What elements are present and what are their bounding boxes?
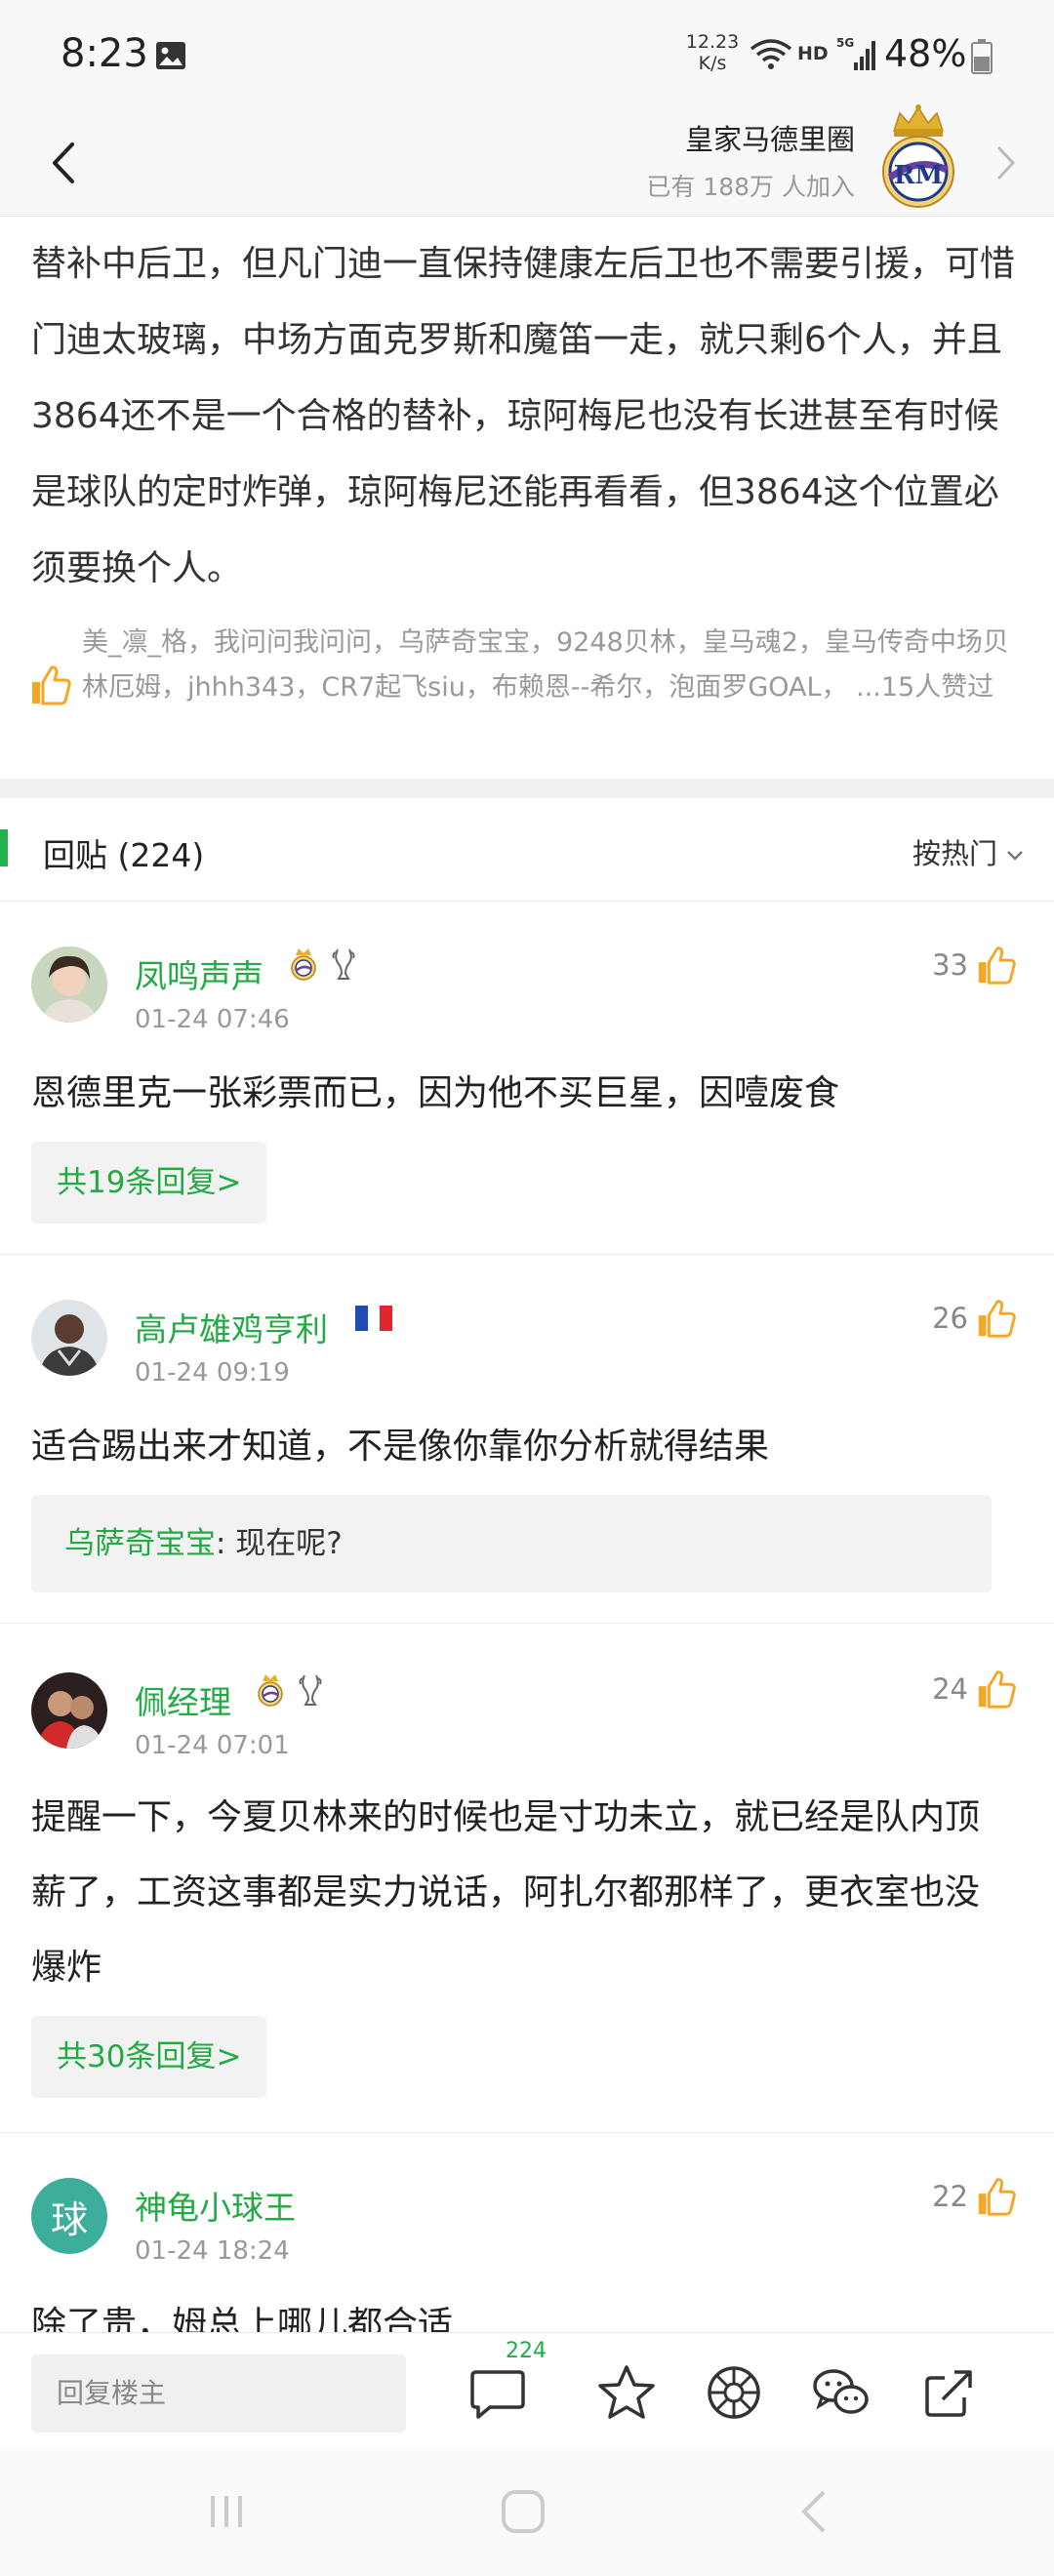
user-avatar[interactable] <box>31 1300 107 1376</box>
user-photo-icon <box>31 1300 107 1376</box>
comment-time: 01-24 07:01 <box>135 1731 290 1760</box>
trophy-badge-icon <box>299 1674 322 1706</box>
thumbs-up-icon <box>978 1300 1016 1338</box>
comment-username[interactable]: 高卢雄鸡亨利 <box>135 1304 328 1350</box>
gallery-notification-icon <box>156 42 185 69</box>
reply-preview[interactable]: 乌萨奇宝宝: 现在呢? <box>31 1495 992 1592</box>
user-photo-icon <box>31 946 107 1023</box>
comment-count-badge: 224 <box>506 2339 547 2363</box>
system-nav-bar <box>0 2447 1054 2576</box>
comment-icon[interactable] <box>466 2362 529 2423</box>
like-count: 26 <box>932 1302 968 1335</box>
user-avatar[interactable] <box>31 1672 107 1749</box>
moments-icon[interactable] <box>703 2362 765 2423</box>
comment-like-button[interactable]: 22 <box>932 2176 1017 2217</box>
club-badge-icon <box>258 1674 283 1707</box>
battery-percent: 48% <box>884 32 967 75</box>
club-badge-icon <box>291 948 316 981</box>
view-replies-button[interactable]: 共30条回复> <box>31 2016 267 2098</box>
battery-icon <box>971 39 993 74</box>
network-speed: 12.23 K/s <box>685 31 740 74</box>
circle-member-count: 已有 188万 人加入 <box>646 173 855 201</box>
comment-like-button[interactable]: 24 <box>932 1669 1017 1710</box>
post-likers[interactable]: 美_凛_格，我问问我问问，乌萨奇宝宝，9248贝林，皇马魂2，皇马传奇中场贝林厄… <box>29 621 1034 757</box>
svg-text:5G: 5G <box>836 36 854 50</box>
status-bar: 8:23 12.23 K/s HD 5G 48% <box>0 0 1054 107</box>
comment-time: 01-24 07:46 <box>135 1005 290 1034</box>
comment-item: 佩经理 01-24 07:01 24 提醒一下，今夏贝林来的时候也是寸功未立，就… <box>0 1624 1054 2133</box>
bottom-action-bar: 回复楼主 224 <box>0 2332 1054 2447</box>
comment-username[interactable]: 佩经理 <box>135 1676 231 1723</box>
share-icon[interactable] <box>917 2362 980 2423</box>
like-count: 33 <box>932 948 968 982</box>
comment-text: 提醒一下，今夏贝林来的时候也是寸功未立，就已经是队内顶薪了，工资这事都是实力说话… <box>31 1797 981 1988</box>
comment-like-button[interactable]: 33 <box>932 945 1017 986</box>
comment-time: 01-24 18:24 <box>135 2236 290 2266</box>
chevron-down-icon <box>1007 851 1023 861</box>
star-icon[interactable] <box>595 2362 658 2423</box>
section-accent-bar <box>0 829 8 866</box>
reply-input[interactable]: 回复楼主 <box>31 2355 406 2433</box>
comment-item: 球 神龟小球王 01-24 18:24 22 除了贵，姆总上哪儿都合适 <box>0 2133 1054 2332</box>
comment-time: 01-24 09:19 <box>135 1358 290 1388</box>
user-photo-icon <box>31 1672 107 1749</box>
view-replies-button[interactable]: 共19条回复> <box>31 1142 267 1224</box>
likers-list: 美_凛_格，我问问我问问，乌萨奇宝宝，9248贝林，皇马魂2，皇马传奇中场贝林厄… <box>82 627 1009 703</box>
like-count: 22 <box>932 2180 968 2213</box>
post-body-text: 替补中后卫，但凡门迪一直保持健康左后卫也不需要引援，可惜门迪太玻璃，中场方面克罗… <box>31 244 1016 588</box>
comment-text: 除了贵，姆总上哪儿都合适 <box>31 2305 454 2332</box>
comment-username[interactable]: 神龟小球王 <box>135 2182 296 2229</box>
comment-item: 凤鸣声声 01-24 07:46 33 恩德里克一张彩票而已，因为他不买巨星，因… <box>0 902 1054 1255</box>
wifi-icon <box>750 39 792 69</box>
comment-item: 高卢雄鸡亨利 01-24 09:19 26 适合踢出来才知道，不是像你靠你分析就… <box>0 1255 1054 1624</box>
status-time: 8:23 <box>61 31 148 76</box>
thumbs-up-icon <box>978 2178 1016 2216</box>
signal-icon: 5G <box>836 36 875 70</box>
reply-preview-text: : 现在呢? <box>216 1526 343 1561</box>
chevron-right-icon[interactable] <box>992 139 1021 187</box>
thumbs-up-icon <box>978 1670 1016 1709</box>
wechat-icon[interactable] <box>810 2362 872 2423</box>
back-nav-icon[interactable] <box>787 2482 845 2541</box>
trophy-badge-icon <box>332 948 355 980</box>
replies-count-title: 回贴 (224) <box>43 836 205 874</box>
back-arrow-icon[interactable] <box>39 129 88 197</box>
avatar-initial: 球 <box>50 2197 88 2241</box>
club-crest-icon[interactable]: RM <box>876 101 960 211</box>
top-header: 皇家马德里圈 已有 188万 人加入 RM <box>0 104 1054 217</box>
user-avatar[interactable]: 球 <box>31 2178 107 2254</box>
reply-preview-user[interactable]: 乌萨奇宝宝 <box>64 1526 216 1561</box>
sort-dropdown[interactable]: 按热门 <box>912 831 1025 872</box>
user-avatar[interactable] <box>31 946 107 1023</box>
svg-text:RM: RM <box>894 161 943 190</box>
circle-name[interactable]: 皇家马德里圈 <box>685 117 855 158</box>
thumbs-up-icon <box>978 946 1016 985</box>
recent-apps-icon[interactable] <box>201 2482 260 2541</box>
home-icon[interactable] <box>494 2482 552 2541</box>
france-flag-icon <box>355 1306 392 1331</box>
sort-label: 按热门 <box>912 837 997 870</box>
comment-username[interactable]: 凤鸣声声 <box>135 950 264 997</box>
like-count: 24 <box>932 1672 968 1706</box>
comment-text: 恩德里克一张彩票而已，因为他不买巨星，因噎废食 <box>31 1073 840 1113</box>
hd-indicator: HD <box>797 43 829 64</box>
user-badges <box>355 1306 392 1331</box>
section-divider <box>0 779 1054 798</box>
user-badges <box>289 946 357 982</box>
comment-text: 适合踢出来才知道，不是像你靠你分析就得结果 <box>31 1427 770 1467</box>
replies-header: 回贴 (224) 按热门 <box>0 798 1054 902</box>
thumbs-up-icon <box>32 665 71 705</box>
comment-like-button[interactable]: 26 <box>932 1298 1017 1339</box>
user-badges <box>256 1672 324 1708</box>
